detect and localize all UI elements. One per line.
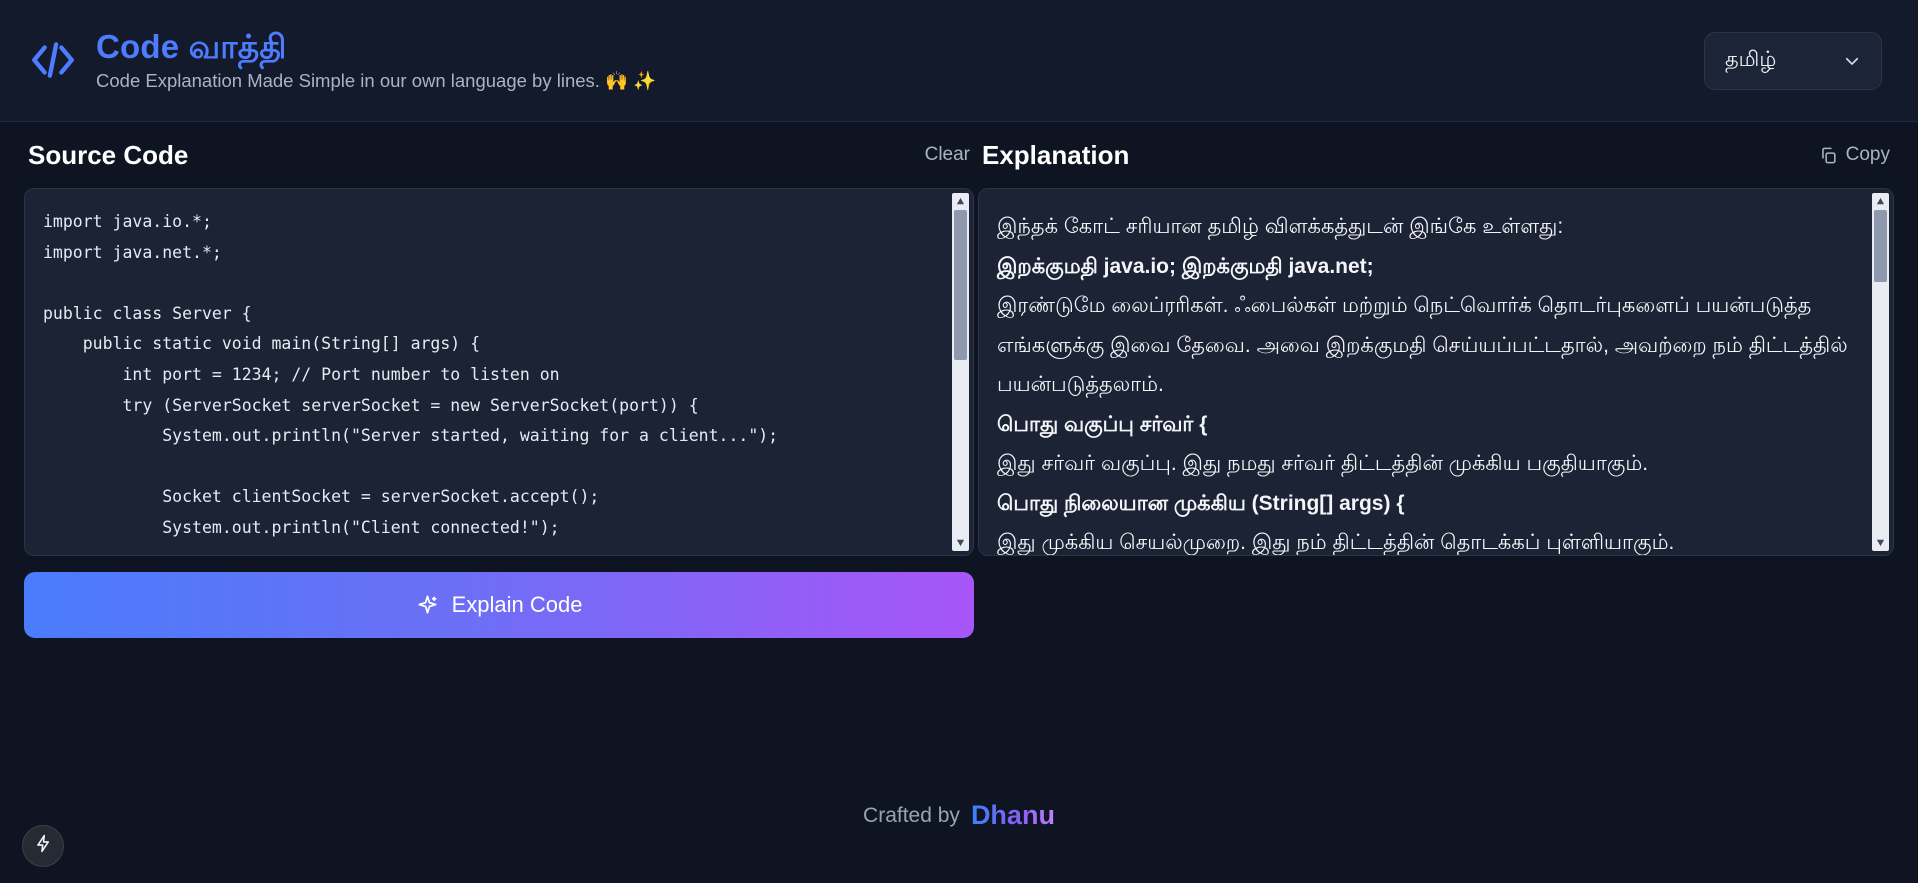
explain-code-button[interactable]: Explain Code [24, 572, 974, 638]
scroll-down-icon[interactable] [1872, 534, 1889, 551]
scroll-up-icon[interactable] [1872, 193, 1889, 210]
crafted-by-label: Crafted by [863, 803, 960, 827]
app-header: Code வாத்தி Code Explanation Made Simple… [0, 0, 1918, 122]
author-name: Dhanu [970, 800, 1055, 830]
brand: Code வாத்தி Code Explanation Made Simple… [26, 27, 657, 92]
scrollbar-track[interactable] [1872, 210, 1889, 534]
language-selector[interactable]: தமிழ் [1704, 31, 1882, 90]
sparkle-icon [416, 594, 439, 617]
copy-button-label: Copy [1845, 144, 1890, 165]
brand-text: Code வாத்தி Code Explanation Made Simple… [96, 27, 657, 92]
app-title: Code வாத்தி [96, 27, 287, 65]
source-code-box[interactable]: import java.io.*; import java.net.*; pub… [24, 188, 974, 556]
footer: Crafted by Dhanu [0, 800, 1918, 831]
code-brackets-icon [26, 33, 80, 87]
explanation-line: பொது வகுப்பு சர்வர் { [997, 412, 1208, 436]
source-code-scrollbar[interactable] [952, 193, 969, 551]
lightning-bolt-icon [34, 834, 53, 858]
app-root: Code வாத்தி Code Explanation Made Simple… [0, 0, 1918, 883]
scroll-up-icon[interactable] [952, 193, 969, 210]
chevron-down-icon [1843, 52, 1861, 70]
explanation-column: Explanation Copy இந்தக் கோட் சரியான தமிழ… [978, 122, 1894, 556]
scrollbar-thumb[interactable] [954, 210, 967, 360]
explanation-panel-header: Explanation Copy [978, 122, 1894, 188]
explanation-line: இரண்டுமே லைப்ரரிகள். ஃபைல்கள் மற்றும் நெ… [997, 294, 1848, 396]
source-panel-header: Source Code Clear [24, 122, 974, 188]
explanation-line: பொது நிலையான முக்கிய (String[] args) { [997, 491, 1405, 515]
source-code-column: Source Code Clear import java.io.*; impo… [24, 122, 974, 556]
source-code-scroll-area[interactable]: import java.io.*; import java.net.*; pub… [25, 189, 973, 555]
explanation-box[interactable]: இந்தக் கோட் சரியான தமிழ் விளக்கத்துடன் இ… [978, 188, 1894, 556]
explanation-panel-title: Explanation [982, 139, 1130, 170]
explanation-line: இறக்குமதி java.io; இறக்குமதி java.net; [997, 254, 1374, 278]
clear-button[interactable]: Clear [925, 144, 970, 166]
source-code-text: import java.io.*; import java.net.*; pub… [43, 212, 779, 537]
explanation-text: இந்தக் கோட் சரியான தமிழ் விளக்கத்துடன் இ… [997, 207, 1853, 555]
explain-code-button-label: Explain Code [451, 592, 583, 617]
explanation-line: இந்தக் கோட் சரியான தமிழ் விளக்கத்துடன் இ… [997, 215, 1564, 238]
scrollbar-track[interactable] [952, 210, 969, 534]
app-subtitle: Code Explanation Made Simple in our own … [96, 70, 657, 92]
explanation-line: இது முக்கிய செயல்முறை. இது நம் திட்டத்தி… [997, 531, 1675, 554]
language-selected-value: தமிழ் [1725, 47, 1777, 71]
lightning-bolt-badge[interactable] [22, 825, 64, 867]
explanation-scroll-area[interactable]: இந்தக் கோட் சரியான தமிழ் விளக்கத்துடன் இ… [979, 189, 1893, 555]
scroll-down-icon[interactable] [952, 534, 969, 551]
explanation-scrollbar[interactable] [1872, 193, 1889, 551]
copy-icon [1819, 146, 1838, 165]
source-panel-title: Source Code [28, 139, 189, 170]
copy-button[interactable]: Copy [1819, 144, 1890, 166]
scrollbar-thumb[interactable] [1874, 210, 1887, 282]
explanation-line: இது சர்வர் வகுப்பு. இது நமது சர்வர் திட்… [997, 452, 1649, 475]
